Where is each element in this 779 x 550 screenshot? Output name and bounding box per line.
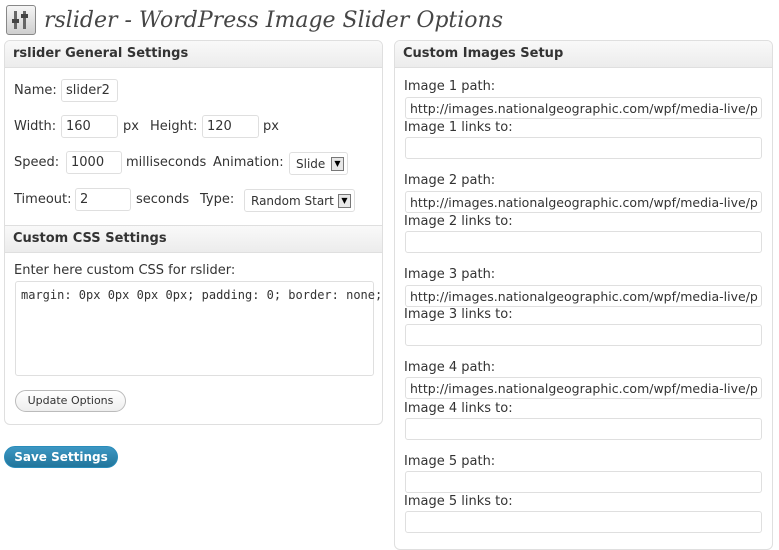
save-settings-button[interactable]: Save Settings xyxy=(4,446,118,468)
custom-css-textarea[interactable]: margin: 0px 0px 0px 0px; padding: 0; bor… xyxy=(15,281,382,376)
image-4-link-label: Image 4 links to: xyxy=(404,401,513,416)
speed-unit: milliseconds xyxy=(126,155,207,170)
image-4-path-input[interactable]: http://images.nationalgeographic.com/wpf… xyxy=(405,377,762,399)
image-5-link-input[interactable] xyxy=(405,511,762,533)
image-3-link-label: Image 3 links to: xyxy=(404,307,513,322)
image-1-link-input[interactable] xyxy=(405,137,762,159)
timeout-input[interactable]: 2 xyxy=(75,188,131,211)
image-2-path-input[interactable]: http://images.nationalgeographic.com/wpf… xyxy=(405,191,762,213)
name-input[interactable]: slider2 xyxy=(61,79,118,102)
page-header: rslider - WordPress Image Slider Options xyxy=(6,4,503,36)
animation-label: Animation: xyxy=(213,155,284,170)
height-input[interactable]: 120 xyxy=(202,115,259,138)
css-settings-header: Custom CSS Settings xyxy=(5,225,382,253)
width-input[interactable]: 160 xyxy=(61,115,118,138)
timeout-unit: seconds xyxy=(136,192,190,207)
name-label: Name: xyxy=(14,83,57,98)
height-label: Height: xyxy=(150,119,198,134)
type-select-value: Random Start xyxy=(251,194,334,208)
general-settings-header: rslider General Settings xyxy=(5,41,382,68)
animation-select-value: Slide xyxy=(296,157,326,171)
image-1-path-label: Image 1 path: xyxy=(404,79,496,94)
timeout-label: Timeout: xyxy=(14,192,72,207)
image-2-link-input[interactable] xyxy=(405,231,762,253)
animation-select[interactable]: Slide ▼ xyxy=(289,152,348,175)
image-3-link-input[interactable] xyxy=(405,324,762,346)
css-label: Enter here custom CSS for rslider: xyxy=(14,263,236,278)
general-settings-panel: rslider General Settings Name: slider2 W… xyxy=(4,40,383,425)
width-unit: px xyxy=(123,119,139,134)
settings-icon xyxy=(6,5,36,35)
image-5-path-label: Image 5 path: xyxy=(404,454,496,469)
custom-images-header: Custom Images Setup xyxy=(395,41,772,68)
image-1-link-label: Image 1 links to: xyxy=(404,120,513,135)
speed-label: Speed: xyxy=(14,155,60,170)
speed-input[interactable]: 1000 xyxy=(66,151,122,174)
image-4-link-input[interactable] xyxy=(405,418,762,440)
image-3-path-input[interactable]: http://images.nationalgeographic.com/wpf… xyxy=(405,285,762,307)
image-2-link-label: Image 2 links to: xyxy=(404,214,513,229)
image-1-path-input[interactable]: http://images.nationalgeographic.com/wpf… xyxy=(405,97,762,119)
page-title: rslider - WordPress Image Slider Options xyxy=(44,7,504,33)
chevron-down-icon[interactable]: ▼ xyxy=(338,194,351,208)
width-label: Width: xyxy=(14,119,57,134)
height-unit: px xyxy=(263,119,279,134)
custom-images-panel: Custom Images Setup Image 1 path: http:/… xyxy=(394,40,773,550)
type-label: Type: xyxy=(200,192,235,207)
image-5-path-input[interactable] xyxy=(405,471,762,493)
image-2-path-label: Image 2 path: xyxy=(404,173,496,188)
image-5-link-label: Image 5 links to: xyxy=(404,494,513,509)
chevron-down-icon[interactable]: ▼ xyxy=(331,157,344,171)
image-3-path-label: Image 3 path: xyxy=(404,267,496,282)
type-select[interactable]: Random Start ▼ xyxy=(244,189,355,212)
image-4-path-label: Image 4 path: xyxy=(404,360,496,375)
update-options-button[interactable]: Update Options xyxy=(15,390,126,412)
